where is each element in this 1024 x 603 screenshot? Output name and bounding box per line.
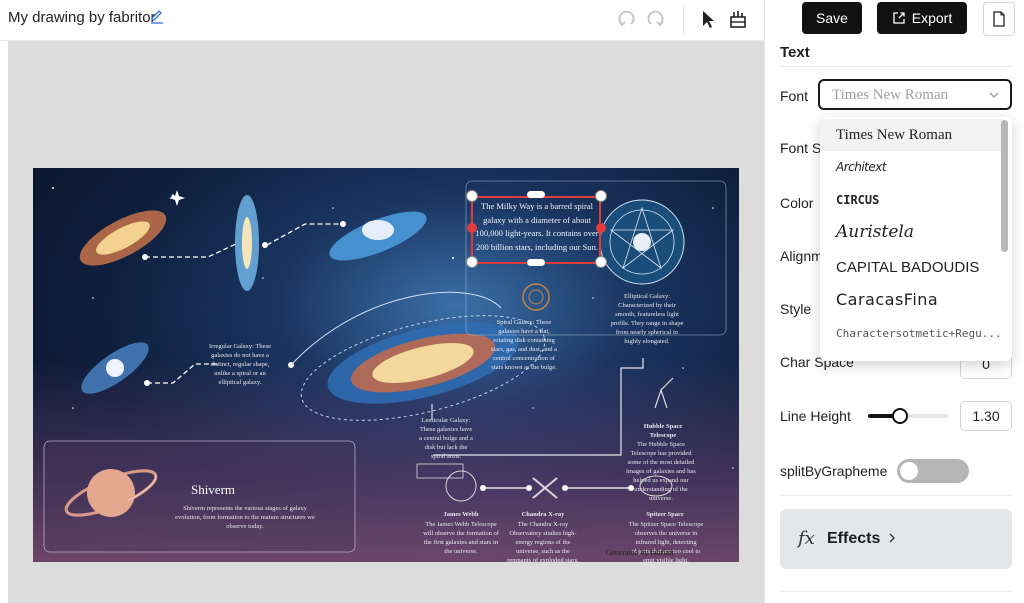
- font-option[interactable]: Times New Roman: [820, 119, 1004, 151]
- undo-icon[interactable]: [615, 8, 637, 30]
- export-icon: [893, 12, 905, 24]
- font-option[interactable]: CaracasFina: [820, 283, 1004, 315]
- handle-br[interactable]: [595, 256, 607, 268]
- caption-spitzer-title[interactable]: Spitzer Space: [637, 510, 693, 519]
- artboard[interactable]: The Milky Way is a barred spiral galaxy …: [33, 168, 739, 562]
- dropdown-scrollbar[interactable]: [1001, 120, 1008, 252]
- handle-bottom[interactable]: [527, 259, 545, 266]
- effects-button[interactable]: fx Effects: [780, 509, 1012, 569]
- handle-tr[interactable]: [595, 190, 607, 202]
- caption-irregular[interactable]: Irregular Galaxy: These galaxies do not …: [205, 342, 275, 387]
- caption-hubble-title[interactable]: Hubble Space Telescope: [635, 422, 691, 440]
- caption-hubble[interactable]: The Hubble Space Telescope has provided …: [625, 440, 697, 503]
- handle-top[interactable]: [527, 191, 545, 198]
- pan-hand-icon[interactable]: [727, 8, 749, 30]
- handle-right[interactable]: [596, 223, 606, 233]
- document-title[interactable]: My drawing by fabritor: [8, 9, 156, 26]
- toolbar-divider: [683, 6, 684, 34]
- line-height-input[interactable]: 1.30: [960, 401, 1012, 431]
- panel-divider: [780, 66, 1012, 67]
- export-button[interactable]: Export: [877, 2, 967, 34]
- font-select[interactable]: Times New Roman: [818, 79, 1012, 110]
- pointer-icon[interactable]: [697, 8, 719, 30]
- caption-webb[interactable]: The James Webb Telescope will observe th…: [423, 520, 499, 556]
- split-toggle-knob: [900, 462, 918, 480]
- alignment-label: Alignm: [780, 248, 823, 264]
- top-toolbar: My drawing by fabritor: [0, 0, 764, 41]
- selected-text-box[interactable]: The Milky Way is a barred spiral galaxy …: [471, 196, 601, 264]
- split-toggle[interactable]: [897, 459, 969, 483]
- font-option[interactable]: Architext: [820, 151, 1004, 183]
- redo-icon[interactable]: [645, 8, 667, 30]
- font-size-label: Font Si: [780, 140, 825, 156]
- card-title[interactable]: Shiverm: [173, 482, 253, 497]
- chevron-right-icon: [889, 533, 895, 543]
- line-height-label: Line Height: [780, 408, 851, 424]
- panel-divider: [780, 591, 1012, 592]
- color-label: Color: [780, 195, 814, 211]
- export-label: Export: [911, 10, 953, 26]
- caption-lenticular[interactable]: Lenticular Galaxy: These galaxies have a…: [418, 416, 474, 461]
- panel-divider: [780, 495, 1012, 496]
- split-label: splitByGrapheme: [780, 463, 888, 479]
- handle-bl[interactable]: [466, 256, 478, 268]
- caption-elliptical[interactable]: Elliptical Galaxy: Characterized by thei…: [607, 292, 687, 346]
- caption-webb-title[interactable]: James Webb: [431, 510, 491, 519]
- caption-spiral[interactable]: Spiral Galaxy: These galaxies have a fla…: [489, 318, 559, 372]
- font-option[interactable]: CAPITAL BADOUDIS: [820, 251, 1004, 283]
- generated-watermark: Generated by fabritor: [605, 548, 675, 557]
- caption-chandra-title[interactable]: Chandra X-ray: [511, 510, 575, 519]
- file-icon: [993, 11, 1005, 27]
- chevron-down-icon: [989, 92, 999, 98]
- style-label: Style: [780, 301, 812, 317]
- font-option[interactable]: CIRCUS: [820, 184, 1004, 216]
- handle-tl[interactable]: [466, 190, 478, 202]
- card-description[interactable]: Shiverm represents the various stages of…: [175, 504, 315, 531]
- save-button[interactable]: Save: [802, 2, 862, 34]
- fx-icon: fx: [798, 528, 815, 549]
- panel-title: Text: [780, 44, 810, 61]
- page-settings-button[interactable]: [983, 2, 1015, 36]
- line-height-slider-thumb[interactable]: [892, 408, 908, 424]
- font-label: Font: [780, 88, 809, 104]
- selected-text[interactable]: The Milky Way is a barred spiral galaxy …: [475, 200, 599, 254]
- font-dropdown: Times New Roman Architext CIRCUS Auriste…: [820, 117, 1012, 361]
- caption-chandra[interactable]: The Chandra X-ray Observatory studies hi…: [505, 520, 581, 562]
- font-option[interactable]: Auristela: [820, 216, 1004, 248]
- effects-label: Effects: [827, 530, 881, 547]
- edit-icon[interactable]: [150, 8, 164, 24]
- handle-left[interactable]: [467, 223, 477, 233]
- font-option[interactable]: Charactersotmetic+Regu...: [820, 317, 1004, 349]
- font-select-value: Times New Roman: [832, 87, 949, 103]
